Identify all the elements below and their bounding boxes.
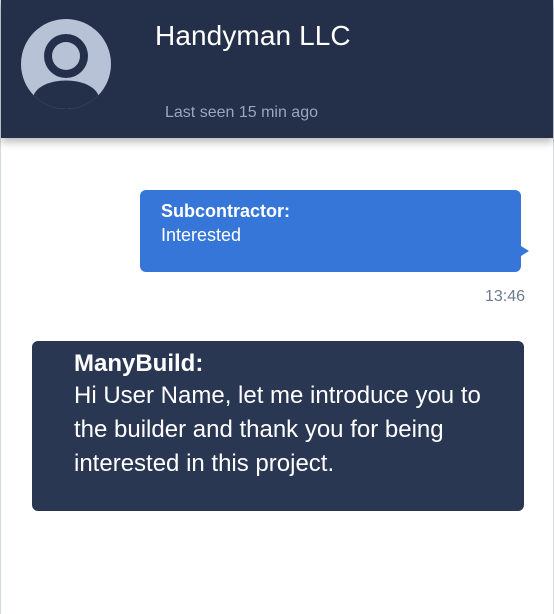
message-sender: ManyBuild: xyxy=(74,350,204,377)
incoming-message-bubble[interactable]: ManyBuild: Hi User Name, let me introduc… xyxy=(32,341,524,511)
user-avatar-icon xyxy=(33,34,99,109)
outgoing-message-bubble[interactable]: Subcontractor: Interested xyxy=(140,190,529,272)
chat-header: Handyman LLC Last seen 15 min ago xyxy=(1,0,553,138)
bubble-tail xyxy=(521,246,529,256)
last-seen-status: Last seen 15 min ago xyxy=(165,104,318,121)
contact-name: Handyman LLC xyxy=(155,20,351,51)
message-timestamp: 13:46 xyxy=(484,288,525,305)
message-sender: Subcontractor: xyxy=(161,201,291,221)
avatar[interactable] xyxy=(21,19,111,109)
message-text: Hi User Name, let me introduce you to th… xyxy=(74,382,481,477)
chat-screen: Handyman LLC Last seen 15 min ago Subcon… xyxy=(0,0,554,614)
message-text: Interested xyxy=(161,225,242,245)
